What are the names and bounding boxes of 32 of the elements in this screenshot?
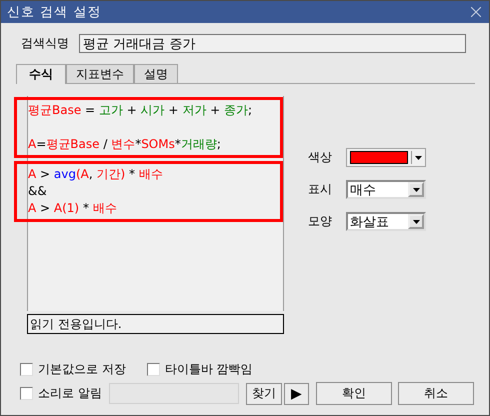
checkbox-label: 기본값으로 저장	[38, 361, 126, 378]
formula-editor[interactable]: 평균Base = 고가 + 시가 + 저가 + 종가; A=평균Base / 변수*SOMs*거래량; A > avg(A, 기간) * 배수 && A > A(1) * 배수	[14, 96, 284, 311]
code-line: &&	[28, 183, 48, 200]
code-line: A=평균Base / 변수*SOMs*거래량;	[28, 136, 222, 153]
checkbox-label: 소리로 알림	[38, 385, 102, 402]
checkbox-label: 타이틀바 깜빡임	[164, 361, 253, 378]
code-line: A > A(1) * 배수	[28, 200, 118, 217]
name-field[interactable]: 평균 거래대금 증가	[79, 34, 466, 53]
code-line: 평균Base = 고가 + 시가 + 저가 + 종가;	[28, 102, 254, 119]
color-picker[interactable]	[346, 148, 426, 167]
tab[interactable]: 설명	[134, 64, 178, 83]
sound-file-field[interactable]	[108, 383, 239, 404]
ok-button[interactable]: 확인	[316, 382, 392, 405]
checkbox[interactable]	[20, 387, 33, 400]
window-title: 신호 검색 설정	[7, 4, 102, 21]
option-label: 색상	[308, 149, 332, 166]
cancel-button[interactable]: 취소	[398, 382, 474, 405]
play-button[interactable]: ▶	[284, 382, 309, 404]
close-icon[interactable]	[471, 7, 481, 17]
option-label: 모양	[308, 213, 332, 230]
name-label: 검색식명	[21, 35, 69, 52]
checkbox[interactable]	[146, 363, 160, 376]
dropdown[interactable]: 매수	[346, 180, 426, 199]
checkbox[interactable]	[20, 363, 33, 376]
dropdown-arrow-icon	[415, 156, 422, 160]
tab[interactable]: 지표변수	[66, 64, 134, 83]
option-label: 표시	[308, 181, 332, 198]
find-button[interactable]: 찾기	[246, 382, 282, 404]
code-line: A > avg(A, 기간) * 배수	[28, 166, 164, 183]
read-only-notice: 읽기 전용입니다.	[27, 314, 284, 334]
tab[interactable]: 수식	[16, 64, 66, 84]
dropdown[interactable]: 화살표	[346, 212, 426, 231]
